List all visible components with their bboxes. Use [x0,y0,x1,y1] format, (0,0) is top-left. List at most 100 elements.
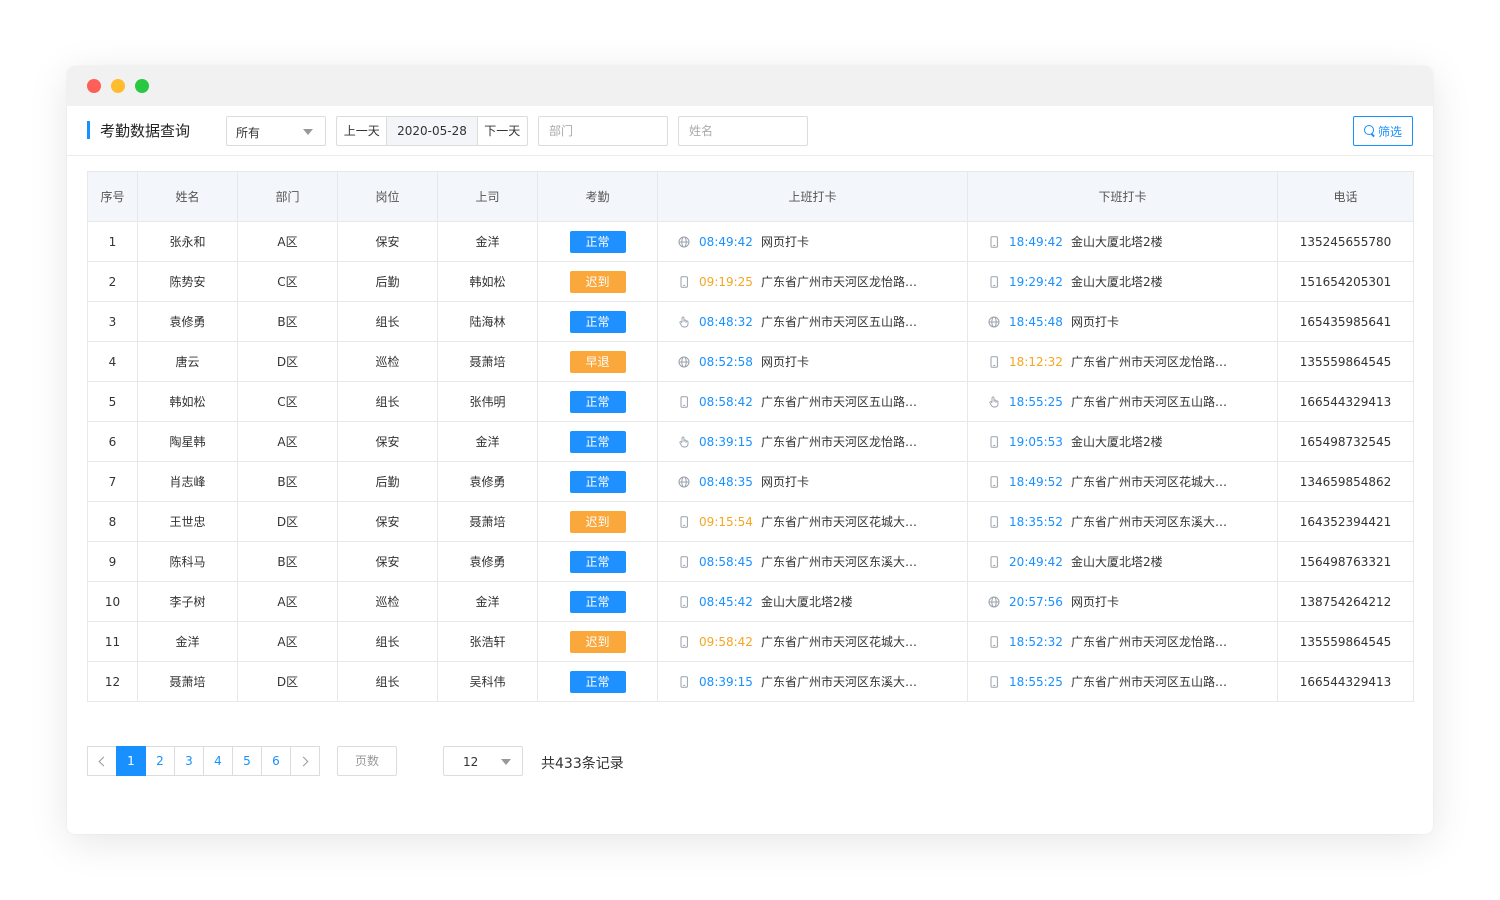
employee-name-link[interactable]: 张永和 [137,221,238,262]
status-badge: 正常 [569,550,626,573]
clock-out-cell: 18:52:32 广东省广州市天河区龙怡路… [967,621,1278,662]
supervisor-cell: 吴科伟 [437,661,538,702]
clock-out-cell: 18:55:25 广东省广州市天河区五山路… [967,381,1278,422]
punch-time: 18:55:25 [1009,674,1063,689]
employee-name-link[interactable]: 陶星韩 [137,421,238,462]
department-cell: B区 [237,541,338,582]
position-cell: 保安 [337,501,438,542]
employee-name-link[interactable]: 陈势安 [137,261,238,302]
page-button[interactable]: 1 [116,746,146,776]
clock-in-cell: 08:58:45 广东省广州市天河区东溪大… [657,541,968,582]
punch-record: 19:05:53 金山大厦北塔2楼 [969,433,1277,450]
position-cell: 保安 [337,221,438,262]
punch-record: 09:58:42 广东省广州市天河区花城大… [659,633,967,650]
globe-icon [678,356,690,368]
page-jump-input[interactable] [337,746,397,776]
phone-icon [678,595,690,608]
name-input[interactable] [678,116,808,146]
employee-name-link[interactable]: 聂萧培 [137,661,238,702]
page-size-value: 12 [463,755,479,769]
punch-record: 08:58:45 广东省广州市天河区东溪大… [659,553,967,570]
clock-in-cell: 09:58:42 广东省广州市天河区花城大… [657,621,968,662]
page-button[interactable]: 6 [261,746,291,776]
punch-location: 广东省广州市天河区龙怡路… [761,435,918,449]
punch-location: 广东省广州市天河区花城大… [761,515,918,529]
prev-day-button[interactable]: 上一天 [337,117,386,145]
phone-icon [988,355,1000,368]
employee-name-link[interactable]: 韩如松 [137,381,238,422]
dept-input[interactable] [538,116,668,146]
close-window-button[interactable] [87,79,101,93]
punch-record: 08:39:15 广东省广州市天河区龙怡路… [659,433,967,450]
supervisor-cell: 金洋 [437,581,538,622]
punch-time: 18:12:32 [1009,354,1063,369]
column-header: 部门 [237,171,338,222]
minimize-window-button[interactable] [111,79,125,93]
punch-record: 09:19:25 广东省广州市天河区龙怡路… [659,273,967,290]
phone-icon [988,475,1000,488]
punch-record: 18:49:42 金山大厦北塔2楼 [969,233,1277,250]
date-field[interactable]: 2020-05-28 [386,117,478,145]
phone-cell: 166544329413 [1277,661,1414,702]
punch-location: 网页打卡 [761,355,810,369]
page-button[interactable]: 2 [145,746,175,776]
next-page-button[interactable] [290,746,320,776]
punch-time: 08:48:35 [699,474,753,489]
punch-location: 广东省广州市天河区五山路… [1071,675,1228,689]
page-button[interactable]: 5 [232,746,262,776]
employee-name-link[interactable]: 王世忠 [137,501,238,542]
phone-cell: 165498732545 [1277,421,1414,462]
position-cell: 组长 [337,621,438,662]
next-day-button[interactable]: 下一天 [478,117,527,145]
attendance-status-cell: 正常 [537,581,658,622]
department-cell: C区 [237,381,338,422]
status-badge: 正常 [569,310,626,333]
punch-time: 20:49:42 [1009,554,1063,569]
row-index: 11 [87,621,138,662]
punch-record: 09:15:54 广东省广州市天河区花城大… [659,513,967,530]
clock-out-cell: 18:35:52 广东省广州市天河区东溪大… [967,501,1278,542]
fingerprint-icon [678,316,690,328]
department-cell: B区 [237,301,338,342]
phone-icon [678,675,690,688]
scope-select-value: 所有 [236,126,261,140]
clock-in-cell: 08:39:15 广东省广州市天河区东溪大… [657,661,968,702]
page-button[interactable]: 4 [203,746,233,776]
fingerprint-icon [678,436,690,448]
column-header: 上班打卡 [657,171,968,222]
position-cell: 保安 [337,421,438,462]
employee-name-link[interactable]: 肖志峰 [137,461,238,502]
phone-icon [678,275,690,288]
status-badge: 迟到 [569,510,626,533]
scope-select[interactable]: 所有 [226,116,326,146]
punch-record: 18:55:25 广东省广州市天河区五山路… [969,393,1277,410]
punch-time: 08:39:15 [699,434,753,449]
punch-time: 18:49:42 [1009,234,1063,249]
punch-location: 广东省广州市天河区龙怡路… [1071,355,1228,369]
punch-time: 18:55:25 [1009,394,1063,409]
table-row: 12 聂萧培 D区 组长 吴科伟 正常 08:39:15 广东省广州市天河区东溪大… 18:55… [87,661,1414,702]
employee-name-link[interactable]: 陈科马 [137,541,238,582]
attendance-table: 序号 姓名 部门 岗位 上司 考勤 上班打卡 下班打卡 电话 1 张永和 A区 保安 金洋 正常 08:49… [87,171,1414,702]
punch-location: 广东省广州市天河区龙怡路… [761,275,918,289]
maximize-window-button[interactable] [135,79,149,93]
position-cell: 组长 [337,301,438,342]
page-button[interactable]: 3 [174,746,204,776]
page-size-select[interactable]: 12 [443,746,523,776]
status-badge: 正常 [569,670,626,693]
punch-location: 广东省广州市天河区五山路… [761,315,918,329]
employee-name-link[interactable]: 金洋 [137,621,238,662]
row-index: 3 [87,301,138,342]
phone-icon [678,515,690,528]
prev-page-button[interactable] [87,746,117,776]
punch-location: 广东省广州市天河区东溪大… [1071,515,1228,529]
punch-location: 广东省广州市天河区东溪大… [761,555,918,569]
employee-name-link[interactable]: 袁修勇 [137,301,238,342]
employee-name-link[interactable]: 唐云 [137,341,238,382]
phone-cell: 135559864545 [1277,341,1414,382]
employee-name-link[interactable]: 李子树 [137,581,238,622]
clock-in-cell: 08:58:42 广东省广州市天河区五山路… [657,381,968,422]
filter-button[interactable]: 筛选 [1353,116,1413,146]
attendance-status-cell: 早退 [537,341,658,382]
punch-time: 08:58:45 [699,554,753,569]
